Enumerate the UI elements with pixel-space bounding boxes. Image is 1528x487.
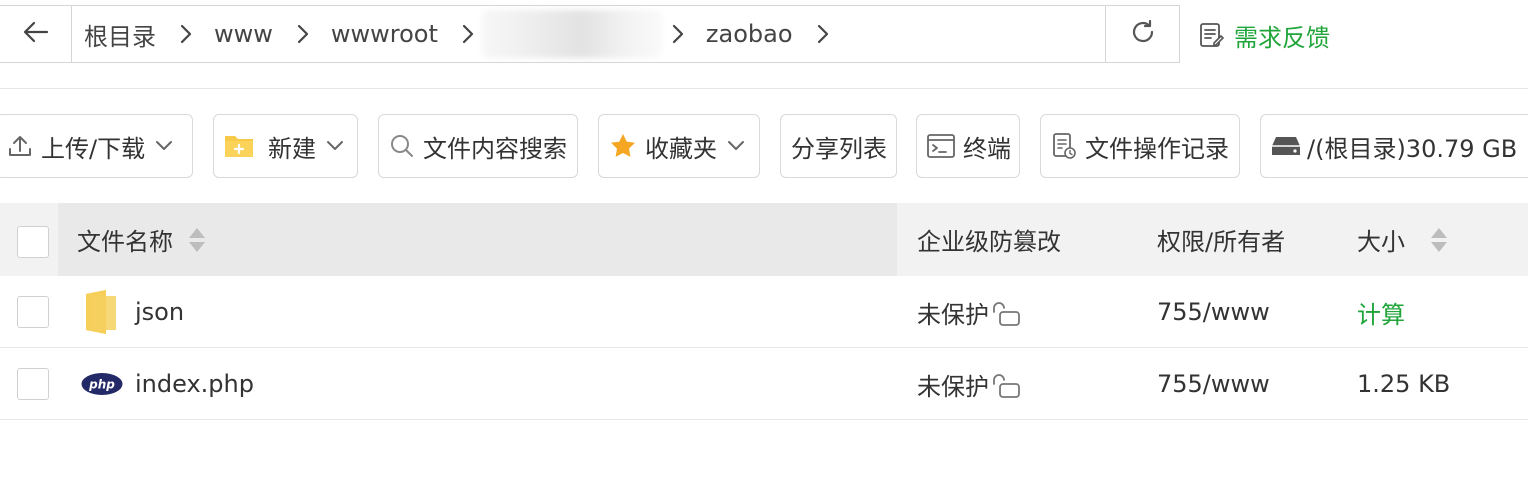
disk-icon bbox=[1271, 135, 1301, 157]
breadcrumb-label: 根目录 bbox=[84, 22, 156, 51]
share-list-button[interactable]: 分享列表 bbox=[780, 114, 897, 178]
redacted-blur bbox=[481, 10, 662, 58]
share-list-label: 分享列表 bbox=[791, 134, 887, 163]
feedback-label: 需求反馈 bbox=[1234, 23, 1330, 52]
upload-download-button[interactable]: 上传/下载 bbox=[0, 114, 193, 178]
column-header-size[interactable]: 大小 bbox=[1357, 203, 1449, 276]
upload-download-label: 上传/下载 bbox=[41, 134, 146, 163]
path-bar: 根目录 www wwwroot zaobao bbox=[0, 5, 1180, 63]
refresh-button[interactable] bbox=[1105, 6, 1179, 62]
column-header-protection: 企业级防篡改 bbox=[917, 203, 1061, 276]
log-icon bbox=[1051, 132, 1077, 160]
back-button[interactable] bbox=[0, 6, 72, 62]
breadcrumb-item-redacted[interactable] bbox=[481, 10, 662, 58]
folder-icon bbox=[84, 276, 118, 348]
breadcrumb-item-root[interactable]: 根目录 bbox=[84, 17, 156, 52]
content-search-label: 文件内容搜索 bbox=[423, 134, 567, 163]
column-header-permission: 权限/所有者 bbox=[1157, 203, 1285, 276]
chevron-down-icon bbox=[326, 140, 344, 152]
terminal-icon bbox=[927, 134, 955, 158]
operation-log-button[interactable]: 文件操作记录 bbox=[1040, 114, 1240, 178]
chevron-right-icon bbox=[438, 24, 482, 44]
table-header: 文件名称 企业级防篡改 权限/所有者 大小 bbox=[0, 203, 1528, 276]
column-header-label: 文件名称 bbox=[77, 228, 173, 256]
breadcrumb-item-wwwroot[interactable]: wwwroot bbox=[331, 20, 438, 48]
new-button[interactable]: 新建 bbox=[213, 114, 358, 178]
permission-owner[interactable]: 755/www bbox=[1157, 276, 1270, 348]
favorites-label: 收藏夹 bbox=[645, 134, 717, 163]
file-name[interactable]: index.php bbox=[135, 348, 254, 420]
protection-status[interactable]: 未保护 bbox=[917, 348, 1021, 420]
unlock-icon bbox=[991, 373, 1021, 399]
chevron-right-icon bbox=[273, 24, 331, 44]
chevron-right-icon bbox=[156, 24, 214, 44]
breadcrumb-label: www bbox=[214, 20, 273, 48]
select-all-checkbox[interactable] bbox=[17, 226, 49, 258]
calculate-size-link[interactable]: 计算 bbox=[1357, 276, 1405, 348]
breadcrumb-item-www[interactable]: www bbox=[214, 20, 273, 48]
file-size: 1.25 KB bbox=[1357, 370, 1451, 398]
breadcrumb-label: zaobao bbox=[705, 20, 793, 48]
feedback-icon bbox=[1198, 21, 1224, 49]
operation-log-label: 文件操作记录 bbox=[1085, 134, 1229, 163]
chevron-right-icon bbox=[793, 24, 851, 44]
column-header-label: 企业级防篡改 bbox=[917, 228, 1061, 256]
breadcrumb-item-zaobao[interactable]: zaobao bbox=[706, 20, 793, 48]
disk-selector[interactable]: /(根目录)30.79 GB bbox=[1260, 114, 1528, 178]
file-name[interactable]: json bbox=[135, 276, 184, 348]
terminal-label: 终端 bbox=[963, 134, 1011, 163]
new-label: 新建 bbox=[268, 134, 316, 163]
row-checkbox[interactable] bbox=[17, 296, 49, 328]
arrow-left-icon bbox=[23, 21, 49, 47]
feedback-link[interactable]: 需求反馈 bbox=[1198, 16, 1330, 54]
unlock-icon bbox=[991, 301, 1021, 327]
star-icon bbox=[609, 132, 637, 160]
sort-icon[interactable] bbox=[1429, 226, 1449, 254]
sort-icon[interactable] bbox=[187, 226, 207, 254]
chevron-down-icon bbox=[155, 140, 173, 152]
chevron-right-icon bbox=[662, 24, 706, 44]
row-checkbox[interactable] bbox=[17, 368, 49, 400]
svg-text:php: php bbox=[88, 378, 115, 392]
protection-label: 未保护 bbox=[917, 300, 989, 329]
table-row[interactable]: json 未保护 755/www 计算 bbox=[0, 276, 1528, 348]
content-search-button[interactable]: 文件内容搜索 bbox=[378, 114, 578, 178]
divider bbox=[0, 88, 1528, 89]
table-row[interactable]: php index.php 未保护 755/www 1.25 KB bbox=[0, 348, 1528, 420]
favorites-button[interactable]: 收藏夹 bbox=[598, 114, 760, 178]
chevron-down-icon bbox=[727, 140, 745, 152]
column-header-label: 大小 bbox=[1357, 228, 1405, 256]
breadcrumb-label: wwwroot bbox=[330, 20, 438, 48]
php-file-icon: php bbox=[81, 348, 123, 420]
breadcrumb: 根目录 www wwwroot zaobao bbox=[72, 6, 1105, 62]
protection-label: 未保护 bbox=[917, 372, 989, 401]
permission-owner[interactable]: 755/www bbox=[1157, 348, 1270, 420]
new-folder-icon bbox=[224, 133, 254, 159]
terminal-button[interactable]: 终端 bbox=[916, 114, 1020, 178]
upload-icon bbox=[7, 133, 33, 159]
column-header-label: 权限/所有者 bbox=[1157, 228, 1286, 256]
protection-status[interactable]: 未保护 bbox=[917, 276, 1021, 348]
disk-label: /(根目录)30.79 GB bbox=[1307, 134, 1518, 163]
refresh-icon bbox=[1129, 18, 1157, 50]
search-icon bbox=[389, 133, 415, 159]
column-header-name[interactable]: 文件名称 bbox=[77, 203, 207, 276]
